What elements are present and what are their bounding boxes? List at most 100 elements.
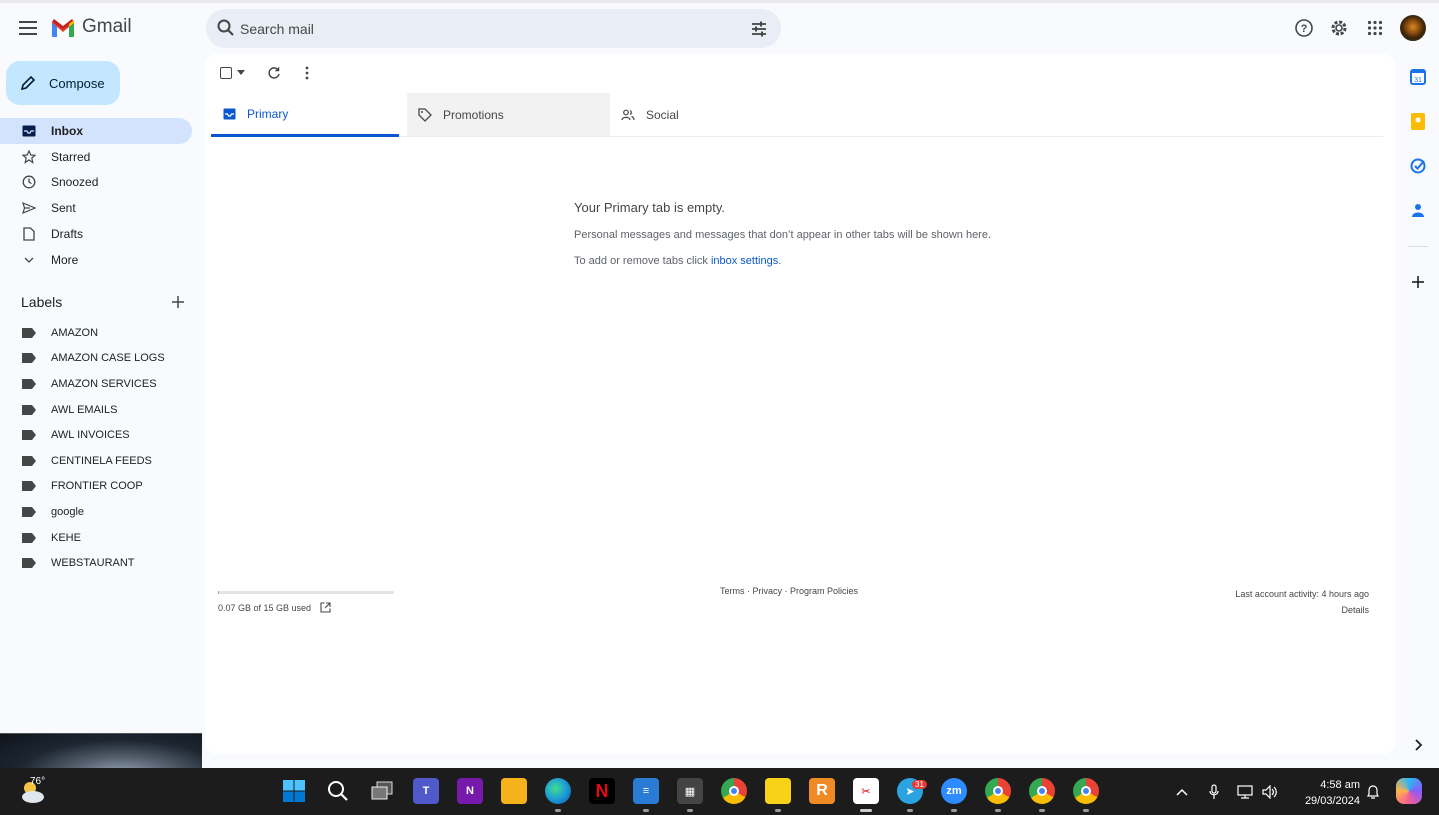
help-button[interactable]: ? (1292, 16, 1316, 40)
label-name: KEHE (51, 531, 81, 544)
nav-item-sent[interactable]: Sent (0, 195, 192, 221)
storage-meter-fill (218, 591, 219, 594)
search-options-icon[interactable] (749, 19, 769, 39)
label-item[interactable]: google (0, 499, 192, 525)
add-addon-icon[interactable] (1409, 273, 1427, 291)
tab-promotions[interactable]: Promotions (407, 93, 610, 136)
label-item[interactable]: AWL EMAILS (0, 397, 192, 423)
chevron-right-icon[interactable] (1410, 737, 1426, 753)
account-activity: Last account activity: 4 hours ago Detai… (1235, 586, 1369, 618)
inbox-icon (21, 123, 37, 139)
netflix-icon[interactable]: N (589, 778, 615, 804)
label-item[interactable]: KEHE (0, 525, 192, 551)
show-hidden-icons[interactable] (1174, 784, 1190, 800)
teams-icon[interactable]: T (413, 778, 439, 804)
label-item[interactable]: WEBSTAURANT (0, 550, 192, 576)
storage-usage: 0.07 GB of 15 GB used (218, 602, 331, 613)
main-menu-button[interactable] (16, 16, 40, 40)
zoom-icon[interactable]: zm (941, 778, 967, 804)
snipping-tool-icon[interactable]: ✂ (853, 778, 879, 804)
top-border (0, 0, 1439, 3)
settings-button[interactable] (1327, 16, 1351, 40)
video-thumbnail[interactable] (0, 733, 202, 768)
account-avatar[interactable] (1400, 15, 1426, 41)
footer-links[interactable]: Terms · Privacy · Program Policies (720, 586, 858, 596)
label-item[interactable]: FRONTIER COOP (0, 474, 192, 500)
nav-item-starred[interactable]: Starred (0, 144, 192, 170)
apps-button[interactable] (1363, 16, 1387, 40)
label-item[interactable]: AMAZON CASE LOGS (0, 346, 192, 372)
network-icon[interactable] (1237, 784, 1253, 800)
gmail-logo[interactable]: Gmail (50, 16, 132, 38)
people-icon (620, 107, 636, 123)
chrome-icon[interactable] (721, 778, 747, 804)
app-name: Gmail (82, 16, 132, 37)
file-explorer-icon[interactable] (501, 778, 527, 804)
contacts-app-icon[interactable] (1409, 201, 1427, 219)
chrome-profile-icon[interactable] (1029, 778, 1055, 804)
label-icon (22, 532, 36, 543)
taskbar-clock[interactable]: 4:58 am 29/03/2024 (1290, 777, 1360, 809)
clock-date: 29/03/2024 (1304, 795, 1360, 807)
label-name: FRONTIER COOP (51, 480, 143, 493)
tab-social[interactable]: Social (610, 93, 813, 136)
add-label-icon[interactable] (170, 294, 186, 310)
inbox-settings-link[interactable]: inbox settings (711, 255, 778, 267)
nav-label: Starred (51, 149, 91, 164)
mailbox-nav: Inbox Starred Snoozed Sent Drafts More (0, 118, 192, 273)
running-indicator (1039, 809, 1045, 812)
chevron-down-icon (21, 252, 37, 268)
nav-item-drafts[interactable]: Drafts (0, 221, 192, 247)
keep-app-icon[interactable] (1409, 112, 1427, 130)
task-view-icon[interactable] (369, 778, 395, 804)
label-icon (22, 430, 36, 441)
ringcentral-icon[interactable]: R (809, 778, 835, 804)
tab-primary[interactable]: Primary (211, 93, 399, 137)
running-indicator (775, 809, 781, 812)
label-item[interactable]: AMAZON SERVICES (0, 371, 192, 397)
copilot-icon[interactable] (1396, 778, 1422, 804)
details-link[interactable]: Details (1235, 602, 1369, 618)
label-item[interactable]: AMAZON (0, 320, 192, 346)
nav-label: Drafts (51, 227, 84, 242)
chrome-profile-icon[interactable] (1073, 778, 1099, 804)
labels-heading: Labels (21, 294, 63, 310)
star-icon (21, 149, 37, 165)
label-item[interactable]: AWL INVOICES (0, 422, 192, 448)
empty-state: Your Primary tab is empty. Personal mess… (574, 200, 991, 267)
sticky-notes-icon[interactable] (765, 778, 791, 804)
compose-button[interactable]: Compose (6, 61, 120, 105)
label-item[interactable]: CENTINELA FEEDS (0, 448, 192, 474)
onenote-icon[interactable]: N (457, 778, 483, 804)
running-indicator (907, 809, 913, 812)
windows-start-icon[interactable] (281, 778, 307, 804)
calculator-icon[interactable]: ▦ (677, 778, 703, 804)
nav-item-more[interactable]: More (0, 247, 192, 273)
microphone-icon[interactable] (1206, 784, 1222, 800)
label-icon (22, 353, 36, 364)
more-vert-icon[interactable] (299, 65, 315, 81)
volume-icon[interactable] (1262, 784, 1278, 800)
tasks-app-icon[interactable] (1409, 157, 1427, 175)
temperature: 76° (30, 776, 46, 787)
label-name: AWL EMAILS (51, 403, 118, 416)
label-icon (22, 506, 36, 517)
select-caret-icon[interactable] (237, 70, 245, 75)
chrome-profile-icon[interactable] (985, 778, 1011, 804)
taskbar-search-icon[interactable] (325, 778, 351, 804)
search-bar[interactable]: Search mail (206, 9, 781, 48)
nav-item-snoozed[interactable]: Snoozed (0, 170, 192, 196)
pencil-icon (20, 75, 36, 91)
refresh-icon[interactable] (266, 65, 282, 81)
select-all-checkbox[interactable] (220, 67, 232, 79)
external-link-icon[interactable] (320, 602, 331, 613)
clock-time: 4:58 am (1320, 779, 1360, 791)
notepad-icon[interactable]: ≡ (633, 778, 659, 804)
edge-icon[interactable] (545, 778, 571, 804)
nav-item-inbox[interactable]: Inbox (0, 118, 192, 144)
search-icon[interactable] (216, 18, 236, 38)
notifications-icon[interactable] (1365, 784, 1381, 800)
running-indicator (995, 809, 1001, 812)
calendar-app-icon[interactable]: 31 (1409, 68, 1427, 86)
search-input[interactable]: Search mail (240, 21, 314, 37)
